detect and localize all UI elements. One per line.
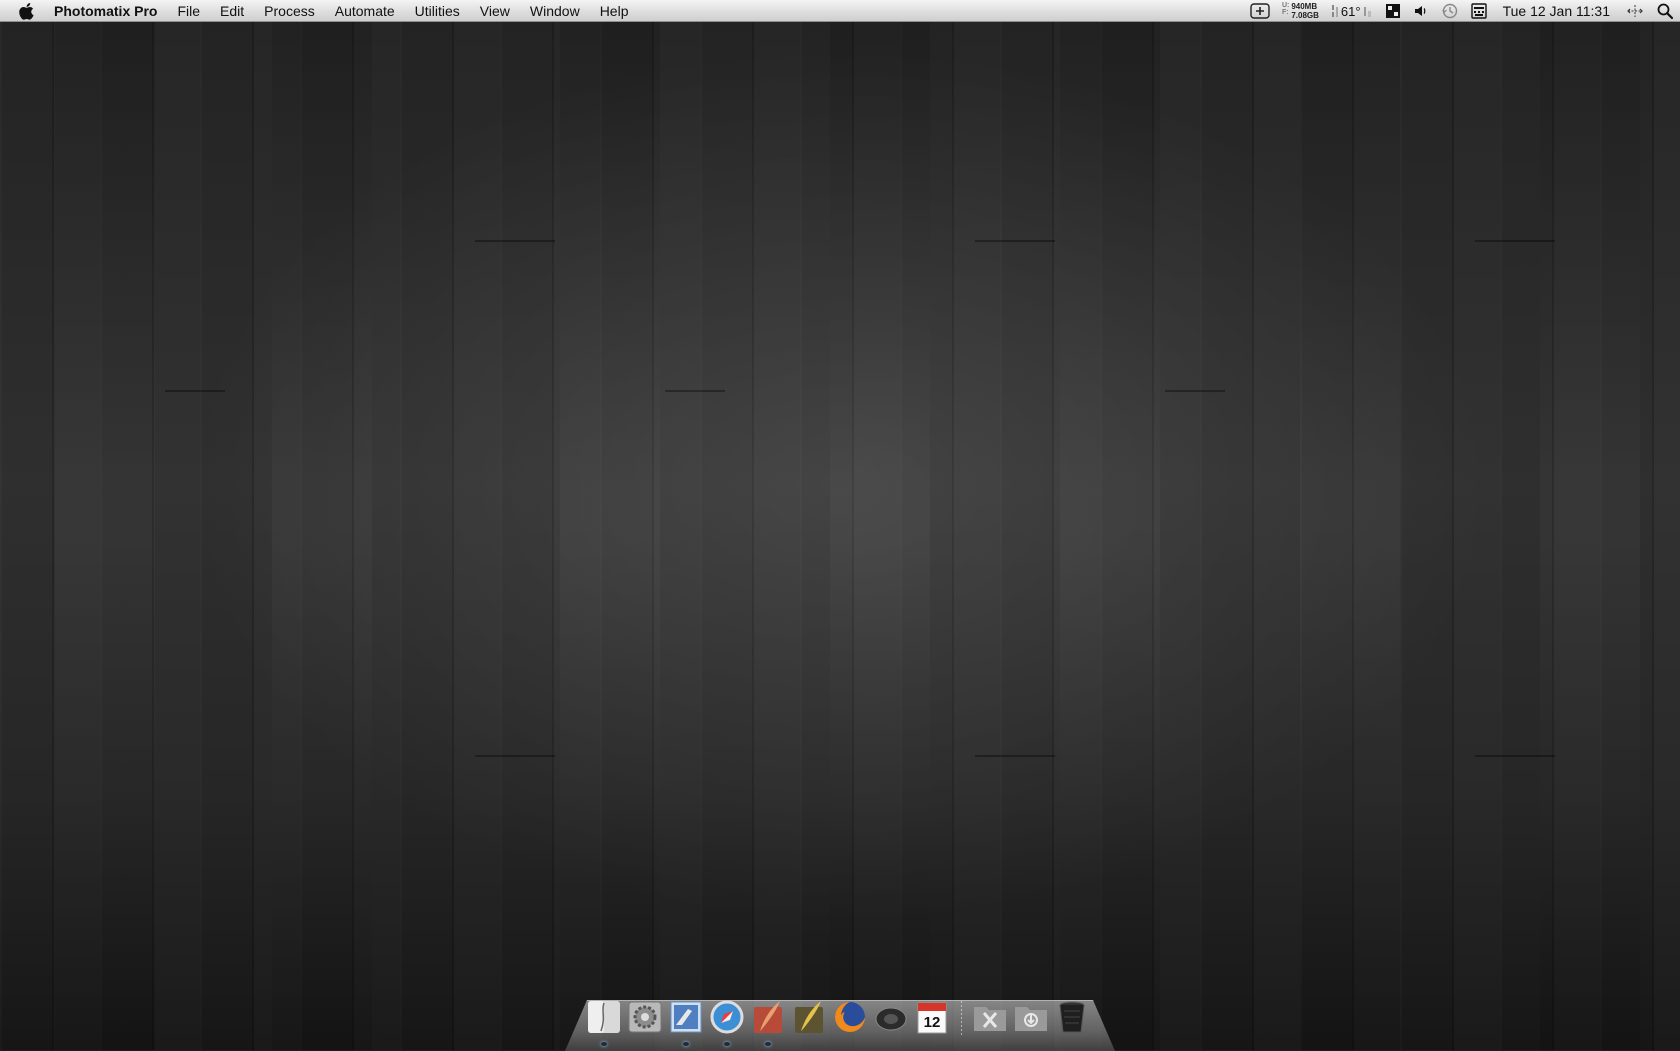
temperature-value: 61° xyxy=(1340,3,1361,19)
memory-free-value: 7.08GB xyxy=(1291,11,1319,20)
speaker-app-icon[interactable] xyxy=(872,998,910,1036)
mail-icon[interactable] xyxy=(667,998,705,1046)
apple-icon[interactable] xyxy=(0,0,54,22)
applications-folder-icon[interactable] xyxy=(971,998,1009,1036)
menu-clock[interactable]: Tue 12 Jan 11:31 xyxy=(1493,0,1620,22)
menu-bar: Photomatix Pro File Edit Process Automat… xyxy=(0,0,1680,22)
running-indicator xyxy=(724,1042,730,1046)
wood-seam xyxy=(1475,240,1555,242)
memory-monitor[interactable]: U: F: 940MB 7.08GB xyxy=(1276,0,1325,22)
wood-seam xyxy=(975,755,1055,757)
menu-edit[interactable]: Edit xyxy=(210,0,254,22)
menu-window[interactable]: Window xyxy=(520,0,590,22)
downloads-folder-icon[interactable] xyxy=(1012,998,1050,1036)
trash-icon[interactable] xyxy=(1053,998,1091,1036)
time-machine-icon[interactable] xyxy=(1435,0,1465,22)
spotlight-search-icon[interactable] xyxy=(1650,0,1680,22)
temperature-monitor[interactable]: 61° xyxy=(1325,0,1379,22)
wood-plank xyxy=(1060,22,1160,1050)
wood-plank xyxy=(1540,22,1640,1050)
memory-free-label: F: xyxy=(1281,9,1289,16)
memory-used-value: 940MB xyxy=(1291,2,1318,11)
wood-seam xyxy=(665,390,725,392)
wood-plank xyxy=(560,22,660,1050)
wood-plank xyxy=(55,22,155,1050)
menu-file[interactable]: File xyxy=(167,0,210,22)
menu-help[interactable]: Help xyxy=(590,0,639,22)
volume-icon[interactable] xyxy=(1407,0,1435,22)
wood-seam xyxy=(1475,755,1555,757)
running-indicator xyxy=(683,1042,689,1046)
firefox-icon[interactable] xyxy=(831,998,869,1036)
system-preferences-icon[interactable] xyxy=(626,998,664,1036)
keyboard-viewer-icon[interactable] xyxy=(1465,0,1493,22)
app-name-menu[interactable]: Photomatix Pro xyxy=(54,0,167,22)
calendar-day-badge: 12 xyxy=(924,1014,941,1031)
running-indicator xyxy=(601,1042,607,1046)
feather-app-icon[interactable] xyxy=(749,998,787,1046)
wood-seam xyxy=(475,755,555,757)
wood-seam xyxy=(1165,390,1225,392)
wood-seam xyxy=(975,240,1055,242)
status-menus: U: F: 940MB 7.08GB 61° Tue 12 Jan 11:31 xyxy=(1244,0,1680,22)
dock: 12 xyxy=(585,996,1091,1046)
memory-used-label: U: xyxy=(1281,2,1290,9)
fast-user-switch-icon[interactable] xyxy=(1620,0,1650,22)
menu-view[interactable]: View xyxy=(470,0,520,22)
wood-plank xyxy=(1300,22,1400,1050)
wood-seam xyxy=(165,390,225,392)
temp-bars-icon xyxy=(1331,5,1338,17)
dock-separator xyxy=(954,1000,968,1036)
wood-seam xyxy=(475,240,555,242)
finder-icon[interactable] xyxy=(585,998,623,1046)
wood-plank xyxy=(830,22,930,1050)
safari-icon[interactable] xyxy=(708,998,746,1046)
menu-automate[interactable]: Automate xyxy=(325,0,405,22)
disk-bars-icon xyxy=(1363,7,1371,17)
wood-plank xyxy=(272,22,372,1050)
calendar-icon[interactable]: 12 xyxy=(913,998,951,1036)
add-space-icon[interactable] xyxy=(1244,0,1276,22)
menu-utilities[interactable]: Utilities xyxy=(405,0,470,22)
running-indicator xyxy=(765,1042,771,1046)
display-icon[interactable] xyxy=(1379,0,1407,22)
quill-app-icon[interactable] xyxy=(790,998,828,1036)
menu-process[interactable]: Process xyxy=(254,0,325,22)
